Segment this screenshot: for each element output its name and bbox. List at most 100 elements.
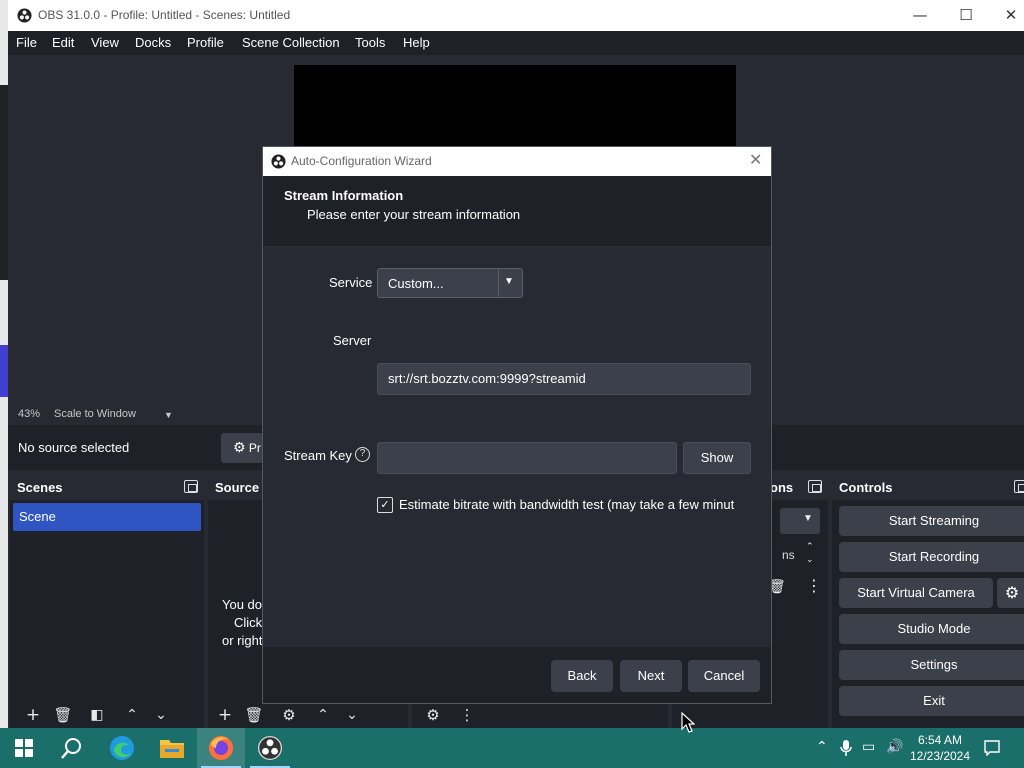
notifications-icon[interactable] [984,740,1000,756]
bitrate-test-checkbox[interactable]: ✓ [377,497,393,513]
scenes-dock-header: Scenes [10,474,204,500]
window-title: OBS 31.0.0 - Profile: Untitled - Scenes:… [38,8,291,22]
audio-settings-icon[interactable]: ⚙ [422,704,444,726]
background-window-edge-blue [0,345,8,397]
controls-dock: Controls Start Streaming Start Recording… [832,474,1024,728]
settings-button[interactable]: Settings [839,650,1024,680]
source-properties-icon[interactable]: ⚙ [278,704,300,726]
move-up-icon[interactable]: ⌃ [121,704,143,726]
stream-key-input[interactable] [377,442,677,474]
menu-edit[interactable]: Edit [52,35,74,50]
show-key-button[interactable]: Show [683,442,751,474]
duration-label: ns [782,548,795,562]
menu-profile[interactable]: Profile [187,35,224,50]
service-select[interactable]: Custom... ▼ [377,268,523,298]
next-button[interactable]: Next [620,660,682,692]
taskbar-firefox[interactable] [197,728,245,768]
windows-logo-icon [15,739,33,757]
hint-line: You do [222,597,263,612]
add-scene-icon[interactable]: + [22,704,44,726]
scale-mode-select[interactable]: Scale to Window [54,408,136,420]
move-down-icon[interactable]: ⌄ [150,704,172,726]
wizard-form: Service Custom... ▼ Server srt://srt.boz… [263,247,771,647]
menu-bar: File Edit View Docks Profile Scene Colle… [8,31,1024,55]
virtual-camera-settings-icon[interactable]: ⚙ [997,578,1024,608]
menu-docks[interactable]: Docks [135,35,171,50]
more-options-icon[interactable]: ⋮ [806,576,822,596]
sources-title: Source [215,480,260,495]
chevron-down-icon: ▼ [803,513,813,524]
zoom-level: 43% [18,408,41,420]
chevron-down-icon[interactable]: ▼ [164,410,173,420]
microphone-icon[interactable] [840,739,852,757]
start-button[interactable] [0,728,48,768]
wizard-page-header: Stream Information Please enter your str… [263,176,771,247]
edge-icon [110,736,134,760]
bitrate-test-label[interactable]: Estimate bitrate with bandwidth test (ma… [399,497,751,512]
scene-list-item[interactable]: Scene [13,503,201,531]
taskbar-file-explorer[interactable] [148,728,196,768]
service-value: Custom... [388,276,444,291]
more-options-icon[interactable]: ⋮ [456,704,478,726]
hint-line: Click [234,615,263,630]
help-icon[interactable]: ? [355,447,370,462]
sources-toolbar: + 🗑 ⚙ ⌃ ⌄ [208,702,408,728]
chevron-up-icon[interactable]: ⌃ [816,739,828,755]
maximize-button[interactable]: ☐ [951,4,981,26]
move-down-icon[interactable]: ⌄ [341,704,363,726]
close-button[interactable]: ✕ [996,4,1024,26]
studio-mode-button[interactable]: Studio Mode [839,614,1024,644]
start-streaming-button[interactable]: Start Streaming [839,506,1024,536]
minimize-button[interactable]: — [905,4,935,26]
undock-icon[interactable] [184,480,198,493]
controls-title: Controls [839,480,893,495]
dialog-close-icon[interactable]: ✕ [749,150,762,169]
start-virtual-camera-button[interactable]: Start Virtual Camera [839,578,993,608]
search-button[interactable] [48,728,96,768]
move-up-icon[interactable]: ⌃ [312,704,334,726]
taskbar-obs[interactable] [246,728,294,768]
obs-logo-icon [271,154,286,169]
undock-icon[interactable] [1014,480,1024,493]
add-source-icon[interactable]: + [214,704,236,726]
menu-file[interactable]: File [16,35,37,50]
clock-time: 6:54 AM [917,733,963,747]
obs-logo-icon [17,8,32,23]
firefox-icon [209,736,233,760]
dialog-titlebar: Auto-Configuration Wizard ✕ [263,147,771,176]
exit-button[interactable]: Exit [839,686,1024,716]
menu-scene-collection[interactable]: Scene Collection [242,35,340,50]
dialog-footer: Back Next Cancel [263,647,771,703]
undock-icon[interactable] [808,480,822,493]
remove-source-icon[interactable]: 🗑 [243,704,265,726]
transitions-title: ons [770,480,794,495]
mouse-cursor-icon [681,712,695,733]
gear-icon: ⚙ [233,440,246,456]
transition-select[interactable]: ▼ [780,508,820,534]
scene-filter-icon[interactable]: ◧ [86,704,108,726]
menu-help[interactable]: Help [403,35,430,50]
volume-icon[interactable]: 🔊 [886,739,903,755]
scenes-toolbar: + 🗑 ◧ ⌃ ⌄ [10,702,204,728]
taskbar-edge[interactable] [98,728,146,768]
server-input[interactable]: srt://srt.bozztv.com:9999?streamid [377,363,751,395]
start-recording-button[interactable]: Start Recording [839,542,1024,572]
network-icon[interactable]: ▭ [862,739,875,755]
cancel-button[interactable]: Cancel [688,660,760,692]
back-button[interactable]: Back [551,660,613,692]
no-source-label: No source selected [18,440,130,455]
system-clock[interactable]: 6:54 AM 12/23/2024 [905,732,975,764]
desktop-background [0,0,8,728]
dialog-title: Auto-Configuration Wizard [291,154,432,168]
duration-spinner[interactable]: ⌃ ⌄ [806,540,814,566]
sources-empty-hint: You do Click or right [222,596,262,650]
auto-configuration-wizard-dialog: Auto-Configuration Wizard ✕ Stream Infor… [262,146,772,704]
service-label: Service [329,275,373,290]
window-titlebar: OBS 31.0.0 - Profile: Untitled - Scenes:… [8,0,1024,31]
server-label: Server [333,333,372,348]
menu-tools[interactable]: Tools [355,35,385,50]
controls-dock-header: Controls [832,474,1024,500]
properties-label: Pr [248,441,261,455]
remove-scene-icon[interactable]: 🗑 [52,704,74,726]
menu-view[interactable]: View [91,35,119,50]
